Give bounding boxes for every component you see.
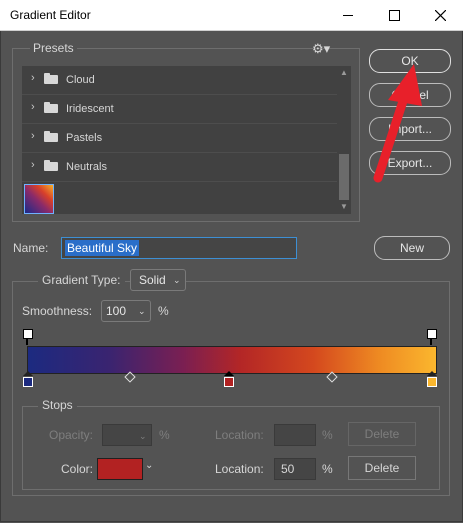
opacity-delete-button[interactable]: Delete [348,422,416,446]
scroll-down-icon[interactable]: ▼ [337,200,351,214]
chevron-right-icon[interactable]: › [31,72,35,84]
stop-color-box [224,377,234,387]
presets-label: Presets [30,41,77,55]
opacity-location-unit: % [322,428,333,442]
smoothness-value: 100 [106,304,127,318]
color-stop-right[interactable] [427,371,437,387]
opacity-field[interactable]: ⌄ [102,424,152,446]
smoothness-label: Smoothness: [22,304,93,318]
smoothness-select[interactable]: 100 ⌄ [101,300,151,322]
chevron-right-icon[interactable]: › [31,101,35,113]
chevron-down-icon: ⌄ [173,275,181,285]
red-arrow-annotation [373,64,422,183]
smoothness-unit: % [158,304,169,318]
stop-color-swatch[interactable] [97,458,143,480]
folder-icon [44,160,58,171]
folder-icon [44,73,58,84]
stop-color-box [23,377,33,387]
maximize-button[interactable] [371,0,417,30]
color-delete-button[interactable]: Delete [348,456,416,480]
color-stop-left[interactable] [23,371,33,387]
folder-label: Neutrals [66,161,107,173]
color-location-value: 50 [281,462,295,476]
chevron-down-icon: ⌄ [138,306,146,316]
color-location-unit: % [322,462,333,476]
name-label: Name: [13,241,49,255]
name-value: Beautiful Sky [65,240,140,256]
preset-list: › Cloud › Iridescent › Pastels › Neutral… [22,66,337,182]
window-title: Gradient Editor [10,8,91,22]
title-bar: Gradient Editor [0,0,463,31]
color-label: Color: [61,462,94,476]
opacity-location-field[interactable] [274,424,316,446]
preset-folder-cloud[interactable]: › Cloud [22,66,337,95]
color-stop-middle[interactable] [224,371,234,387]
close-button[interactable] [417,0,463,30]
opacity-stop-left[interactable] [23,329,33,345]
preset-swatch-area [22,182,337,214]
folder-label: Cloud [66,74,95,86]
preset-scrollbar[interactable]: ▲ ▼ [337,66,351,214]
opacity-unit: % [159,428,170,442]
opacity-stop-right[interactable] [427,329,437,345]
gear-icon[interactable]: ⚙▾ [312,41,330,57]
preset-folder-neutrals[interactable]: › Neutrals [22,153,337,182]
stops-label: Stops [38,398,77,412]
folder-label: Pastels [66,132,103,144]
maximize-icon [388,9,400,21]
stop-triangle-icon [427,371,437,376]
preset-swatch[interactable] [24,184,54,214]
opacity-label: Opacity: [49,428,94,442]
gradient-type-select[interactable]: Solid ⌄ [130,269,186,291]
chevron-down-icon: ⌄ [139,431,147,441]
chevron-right-icon[interactable]: › [31,159,35,171]
preset-folder-iridescent[interactable]: › Iridescent [22,95,337,124]
folder-icon [44,131,58,142]
chevron-down-icon[interactable]: ⌄ [145,460,153,471]
minimize-icon [343,14,353,16]
color-location-label: Location: [215,462,264,476]
stop-triangle-icon [224,371,234,376]
stop-color-box [427,377,437,387]
scroll-up-icon[interactable]: ▲ [337,66,351,80]
preset-folder-pastels[interactable]: › Pastels [22,124,337,153]
new-button[interactable]: New [374,236,450,260]
folder-label: Iridescent [66,103,114,115]
scroll-thumb[interactable] [339,154,349,200]
minimize-button[interactable] [325,0,371,30]
close-icon [434,9,446,21]
name-field[interactable]: Beautiful Sky [61,237,297,259]
chevron-right-icon[interactable]: › [31,130,35,142]
gradient-type-value: Solid [139,273,166,287]
gradient-preview-bar[interactable] [27,346,437,374]
color-location-field[interactable]: 50 [274,458,316,480]
gradient-type-label: Gradient Type: [38,273,125,287]
stop-triangle-icon [23,371,33,376]
opacity-location-label: Location: [215,428,264,442]
folder-icon [44,102,58,113]
